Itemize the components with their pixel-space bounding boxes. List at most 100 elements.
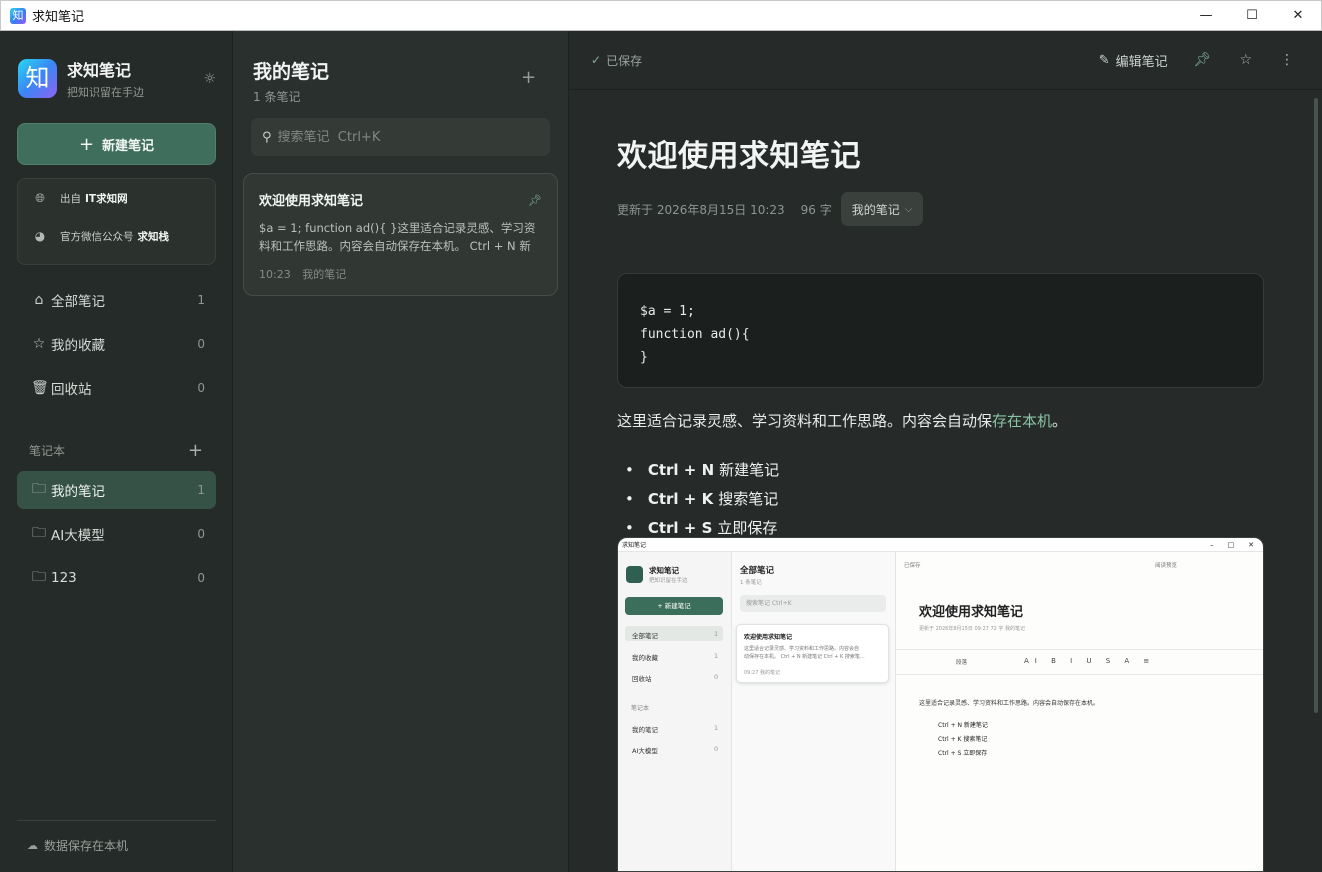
source-wechat-link[interactable]: ◕ 官方微信公众号 求知栈 — [18, 217, 215, 255]
shortcut-keys: Ctrl + S — [647, 518, 713, 537]
note-list-title: 我的笔记 — [253, 61, 330, 83]
theme-toggle-icon[interactable]: ☼ — [203, 71, 216, 87]
trash-icon: 🗑︎ — [31, 380, 49, 396]
doc-paragraph: 这里适合记录灵感、学习资料和工作思路。内容会自动保存在本机。 — [617, 410, 1264, 431]
star-icon[interactable]: ☆ — [1239, 52, 1252, 68]
shot-new-note: + 新建笔记 — [625, 597, 723, 615]
app-logo: 知 — [18, 59, 57, 98]
new-note-label: 新建笔记 — [102, 138, 155, 154]
doc-meta: 更新于 2026年8月15日 10:23 96 字 我的笔记 ⌵ — [617, 192, 1264, 226]
shot-doc-title: 欢迎使用求知笔记 — [919, 605, 1024, 620]
nav-label: 回收站 — [51, 382, 92, 398]
inbox-icon: ⌂ — [34, 292, 44, 308]
nav-count: 0 — [197, 337, 205, 351]
folder-icon: 🗀︎ — [32, 569, 46, 585]
search-box[interactable]: ⚲ — [251, 118, 550, 156]
shot-format-para: 段落 — [956, 660, 968, 666]
shot-bullet: Ctrl + K 搜索笔记 — [938, 736, 988, 743]
shot-card-title: 欢迎使用求知笔记 — [744, 634, 793, 641]
star-icon: ☆ — [32, 336, 46, 352]
note-card[interactable]: 欢迎使用求知笔记 📌︎ $a = 1; function ad(){ }这里适合… — [243, 173, 558, 296]
source-site-link[interactable]: 🌐︎ 出自 IT求知网 — [18, 179, 215, 217]
nav-all-notes[interactable]: ⌂ 全部笔记 1 — [17, 281, 216, 319]
plus-icon: + — [78, 133, 95, 155]
wechat-icon: ◕ — [34, 229, 46, 243]
notebooks-header-label: 笔记本 — [29, 444, 66, 458]
shot-nav-label: 全部笔记 — [632, 632, 658, 640]
source-site-name: IT求知网 — [85, 192, 128, 205]
app-name: 求知笔记 — [67, 61, 132, 80]
close-button[interactable]: ✕ — [1275, 1, 1321, 31]
shot-preview: 阅读预览 — [1155, 563, 1178, 569]
paragraph-end: 。 — [1052, 412, 1068, 430]
storage-status: ☁ 数据保存在本机 — [17, 820, 216, 854]
notebooks-header: 笔记本 + — [29, 440, 203, 461]
notebook-select[interactable]: 我的笔记 ⌵ — [840, 192, 924, 226]
nav-trash[interactable]: 🗑︎ 回收站 0 — [17, 369, 216, 407]
source-site-prefix: 出自 — [60, 192, 81, 205]
doc-title: 欢迎使用求知笔记 — [617, 139, 861, 174]
shot-card-meta: 09:27 我的笔记 — [744, 670, 780, 676]
code-block: $a = 1; function ad(){ } — [617, 273, 1264, 388]
source-wechat-prefix: 官方微信公众号 — [60, 230, 134, 243]
window-titlebar: 知 求知笔记 — ☐ ✕ — [0, 0, 1322, 31]
new-note-button[interactable]: + 新建笔记 — [17, 123, 216, 165]
shot-titlebar: 求知笔记 – □ ✕ — [618, 538, 1263, 552]
shot-nav-count: 1 — [714, 630, 719, 638]
pin-icon[interactable]: 📌︎ — [1194, 52, 1212, 68]
add-notebook-icon[interactable]: + — [188, 440, 203, 461]
scrollbar[interactable] — [1314, 98, 1318, 713]
nav-favorites[interactable]: ☆ 我的收藏 0 — [17, 325, 216, 363]
shortcut-keys: Ctrl + N — [647, 460, 715, 479]
shot-editor: 已保存 阅读预览 欢迎使用求知笔记 更新于 2026年8月15日 09:27 7… — [896, 552, 1263, 871]
window-title: 求知笔记 — [32, 10, 85, 25]
maximize-button[interactable]: ☐ — [1229, 1, 1275, 31]
note-list-panel: 我的笔记 1 条笔记 + ⚲ 欢迎使用求知笔记 📌︎ $a = 1; funct… — [233, 31, 569, 872]
notebook-label: 我的笔记 — [51, 484, 105, 500]
more-icon[interactable]: ⋮ — [1280, 52, 1294, 68]
shot-para: 这里适合记录灵感、学习资料和工作思路。内容会自动保存在本机。 — [919, 700, 1100, 707]
shot-window-controls: – □ ✕ — [1210, 540, 1254, 549]
list-item: Ctrl + N新建笔记 — [617, 455, 1264, 484]
shot-card-excerpt: 这里适合记录灵感、学习资料和工作思路。内容会自 — [744, 646, 860, 652]
shot-notebook-count: 0 — [714, 745, 719, 753]
shot-search: 搜索笔记 Ctrl+K — [740, 595, 886, 612]
shot-bullet: Ctrl + S 立即保存 — [938, 750, 988, 757]
shot-window-title: 求知笔记 — [622, 542, 647, 549]
shot-bullet: Ctrl + N 新建笔记 — [938, 722, 988, 729]
nav-count: 0 — [197, 381, 205, 395]
shot-nav-label: 回收站 — [632, 675, 652, 683]
paragraph-text: 这里适合记录灵感、学习资料和工作思路。内容会自动保 — [617, 412, 993, 430]
list-item: Ctrl + K搜索笔记 — [617, 484, 1264, 513]
notebook-count: 0 — [197, 527, 205, 541]
chevron-down-icon: ⌵ — [904, 203, 913, 215]
minimize-button[interactable]: — — [1183, 1, 1229, 31]
source-card: 🌐︎ 出自 IT求知网 ◕ 官方微信公众号 求知栈 — [17, 178, 216, 265]
notebook-item-123[interactable]: 🗀︎ 123 0 — [17, 559, 216, 597]
shot-new-note-label: 新建笔记 — [664, 602, 691, 610]
brand: 知 求知笔记 把知识留在手边 ☼ — [18, 57, 216, 100]
add-note-icon[interactable]: + — [521, 67, 536, 88]
search-icon: ⚲ — [262, 129, 272, 145]
shot-nav-label: 我的收藏 — [632, 654, 658, 662]
edit-note-button[interactable]: ✎ 编辑笔记 — [1099, 51, 1168, 70]
nav-label: 全部笔记 — [51, 294, 105, 310]
doc-word-count: 96 字 — [800, 202, 832, 217]
window-controls: — ☐ ✕ — [1183, 1, 1321, 31]
shot-format-bar: 段落 AI B I U S A ≡ — [896, 649, 1263, 675]
shortcut-desc: 搜索笔记 — [718, 490, 779, 508]
shot-nav-count: 1 — [714, 652, 719, 660]
notebook-item-my-notes[interactable]: 🗀︎ 我的笔记 1 — [17, 471, 216, 509]
sidebar: 知 求知笔记 把知识留在手边 ☼ + 新建笔记 🌐︎ 出自 IT求知网 ◕ 官方… — [0, 31, 233, 872]
source-wechat-name: 求知栈 — [137, 230, 170, 243]
shot-notelist: 全部笔记 1 条笔记 搜索笔记 Ctrl+K 欢迎使用求知笔记 这里适合记录灵感… — [732, 552, 896, 871]
notebook-select-value: 我的笔记 — [851, 202, 900, 217]
note-card-time: 10:23 — [259, 268, 291, 281]
save-status-label: 已保存 — [606, 53, 643, 68]
notebook-label: 123 — [51, 570, 77, 586]
notebook-item-ai-models[interactable]: 🗀︎ AI大模型 0 — [17, 515, 216, 553]
paragraph-highlight: 存在本机 — [992, 412, 1053, 430]
notebook-label: AI大模型 — [51, 528, 105, 544]
search-input[interactable] — [277, 129, 528, 145]
shot-list-count: 1 条笔记 — [740, 580, 762, 586]
